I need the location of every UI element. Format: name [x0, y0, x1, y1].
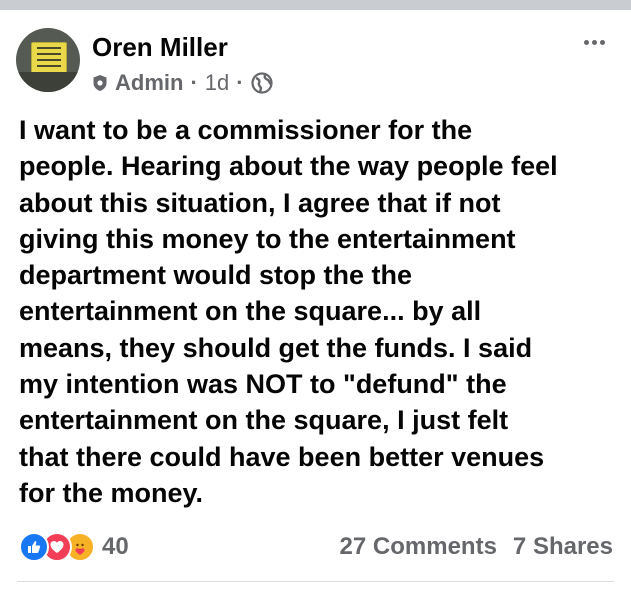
reaction-count: 40 — [102, 533, 129, 560]
avatar-photo-sign — [31, 42, 67, 74]
post-text-line: that there could have been better venues — [19, 441, 545, 472]
post-text-line: about this situation, I agree that if no… — [19, 187, 501, 218]
top-edge-bar — [0, 0, 631, 10]
meta-separator: · — [190, 70, 198, 95]
post-timestamp[interactable]: 1d — [205, 70, 229, 96]
shield-icon — [92, 74, 108, 92]
post-text-line: means, they should get the funds. I said — [19, 332, 533, 363]
admin-badge-label[interactable]: Admin — [115, 70, 183, 96]
comments-count-link[interactable]: 27 Comments — [340, 532, 497, 562]
author-name[interactable]: Oren Miller — [92, 32, 228, 62]
post-stats-bar: 40 27 Comments 7 Shares — [0, 528, 631, 566]
post-text-line: my intention was NOT to "defund" the — [19, 369, 507, 400]
divider — [17, 581, 614, 582]
shares-count-link[interactable]: 7 Shares — [513, 532, 613, 562]
post-text-line: entertainment on the square... by all — [19, 296, 482, 327]
post-text-line: I want to be a commissioner for the — [19, 115, 473, 145]
post-body-text: I want to be a commissioner for the peop… — [19, 112, 615, 511]
post-text-line: for the money. — [19, 477, 204, 508]
meta-separator: · — [236, 70, 244, 95]
avatar[interactable] — [16, 28, 80, 92]
globe-icon[interactable] — [250, 72, 273, 94]
engagement-counts: 27 Comments 7 Shares — [340, 532, 613, 562]
post-meta: Admin · 1d · — [92, 70, 273, 96]
post-text-line: entertainment on the square, I just felt — [19, 405, 509, 436]
reactions-summary[interactable]: 40 — [19, 532, 129, 562]
post-text-line: giving this money to the entertainment — [19, 223, 516, 254]
post-text-line: department would stop the the — [19, 260, 413, 291]
post-header: Oren Miller Admin · 1d · — [16, 28, 616, 100]
more-options-icon[interactable] — [576, 30, 612, 54]
like-icon — [19, 532, 49, 562]
post-text-line: people. Hearing about the way people fee… — [19, 151, 558, 182]
